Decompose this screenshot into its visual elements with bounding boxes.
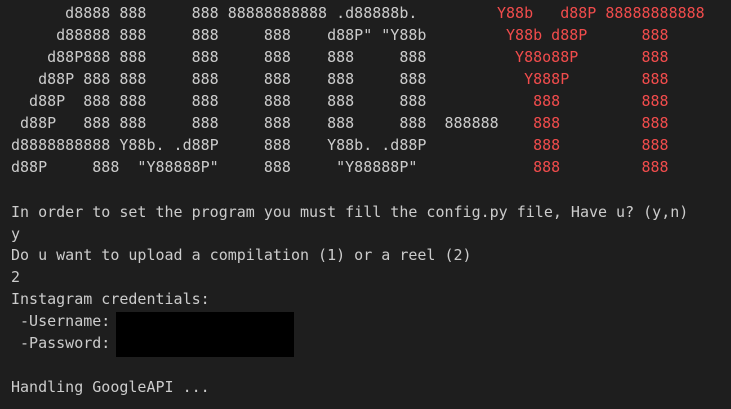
banner-line-1: d8888 888 888 88888888888 .d88888b.	[11, 4, 418, 22]
banner-red-line-3: Y88o88P 888	[497, 48, 669, 66]
banner-line-7: d8888888888 Y88b. .d88P 888 Y88b. .d88P	[11, 136, 427, 154]
banner-line-6: d88P 888 888 888 888 888 888 888888	[11, 114, 499, 132]
banner-red-line-8: 888 888	[497, 158, 669, 176]
banner-red-line-2: Y88b d88P 888	[497, 26, 669, 44]
banner-line-2: d88888 888 888 888 d88P" "Y88b	[11, 26, 427, 44]
banner-red-line-1: Y88b d88P 88888888888	[497, 4, 705, 22]
redacted-credentials	[116, 312, 294, 357]
upload-answer: 2	[11, 268, 21, 286]
username-label: -Username:	[11, 312, 111, 330]
terminal-window[interactable]: d8888 888 888 88888888888 .d88888b. d888…	[0, 0, 731, 409]
handling-message: Handling GoogleAPI ...	[11, 378, 210, 396]
banner-red-line-7: 888 888	[497, 136, 669, 154]
banner-line-3: d88P888 888 888 888 888 888	[11, 48, 427, 66]
banner-line-4: d88P 888 888 888 888 888 888	[11, 70, 427, 88]
password-label: -Password:	[11, 334, 111, 352]
upload-prompt: Do u want to upload a compilation (1) or…	[11, 246, 472, 264]
banner-line-8: d88P 888 "Y88888P" 888 "Y88888P"	[11, 158, 418, 176]
banner-red-line-5: 888 888	[497, 92, 669, 110]
config-answer: y	[11, 225, 21, 243]
banner-red-line-4: Y888P 888	[497, 70, 669, 88]
banner-line-5: d88P 888 888 888 888 888 888	[11, 92, 427, 110]
config-prompt: In order to set the program you must fil…	[11, 203, 689, 221]
credentials-heading: Instagram credentials:	[11, 290, 210, 308]
banner-red-line-6: 888 888	[497, 114, 669, 132]
